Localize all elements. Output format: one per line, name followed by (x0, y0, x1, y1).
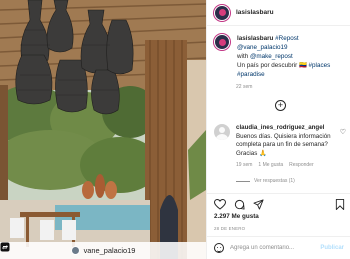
add-comment-bar: Publicar (207, 236, 350, 259)
repost-icon (0, 242, 10, 252)
comment-item: claudia_ines_rodriguez_angel Buenos días… (214, 124, 346, 158)
heart-icon[interactable] (214, 199, 226, 210)
post-detail-panel: lasislasbaru lasislasbaru #Repost @vane_… (206, 0, 350, 259)
share-icon[interactable] (253, 199, 264, 210)
hashtag-places[interactable]: #places (309, 62, 331, 69)
comment-icon[interactable] (234, 199, 245, 210)
caption-text: lasislasbaru #Repost @vane_palacio19 wit… (237, 34, 346, 79)
likes-count[interactable]: 2.297 Me gusta (214, 213, 259, 220)
profile-avatar[interactable] (214, 4, 230, 21)
comment-input[interactable] (230, 245, 320, 251)
comment-like-heart-icon[interactable]: ♡ (340, 128, 346, 136)
post-caption: lasislasbaru #Repost @vane_palacio19 wit… (214, 34, 346, 79)
caption-with: with (237, 53, 249, 60)
commenter-avatar[interactable] (214, 124, 230, 140)
post-actions (207, 193, 350, 215)
post-date[interactable]: 28 DE ENERO (214, 226, 245, 231)
post-header: lasislasbaru (207, 0, 350, 26)
post-photo[interactable]: vane_palacio19 (0, 0, 206, 259)
publish-button[interactable]: Publicar (320, 245, 344, 251)
hashtag-paradise[interactable]: #paradise (237, 71, 265, 78)
comment-meta: 19 sem 1 Me gusta Responder (236, 162, 314, 168)
plus-circle-icon[interactable]: + (275, 100, 286, 111)
emoji-icon[interactable] (214, 243, 224, 253)
caption-timestamp[interactable]: 22 sem (236, 84, 252, 90)
repost-avatar (70, 246, 80, 255)
view-replies-label: Ver respuestas (1) (254, 178, 295, 184)
replies-divider (236, 180, 250, 182)
resort-interior-image (0, 0, 206, 259)
praying-hands-icon: 🙏 (259, 149, 267, 157)
comment-text-block: claudia_ines_rodriguez_angel Buenos días… (236, 124, 336, 158)
mention-make-repost[interactable]: @make_repost (250, 53, 293, 60)
mention-vane-palacio19[interactable]: @vane_palacio19 (237, 44, 288, 51)
bookmark-icon[interactable] (335, 199, 345, 210)
caption-username[interactable]: lasislasbaru (237, 35, 273, 42)
comment-body: Buenos días. Quisiera información comple… (236, 132, 331, 157)
reply-button[interactable]: Responder (289, 162, 313, 168)
comment-timestamp[interactable]: 19 sem (236, 162, 252, 168)
caption-avatar[interactable] (214, 34, 230, 50)
hashtag-repost[interactable]: #Repost (275, 35, 298, 42)
repost-credit-bar: vane_palacio19 (0, 242, 206, 259)
commenter-username[interactable]: claudia_ines_rodriguez_angel (236, 124, 324, 131)
flag-colombia-icon: 🇨🇴 (298, 62, 307, 69)
comment-likes[interactable]: 1 Me gusta (258, 162, 283, 168)
header-username[interactable]: lasislasbaru (236, 9, 274, 16)
caption-body: Un país por descubrir (237, 62, 298, 69)
view-replies-button[interactable]: Ver respuestas (1) (236, 178, 295, 184)
repost-username: vane_palacio19 (83, 246, 136, 255)
